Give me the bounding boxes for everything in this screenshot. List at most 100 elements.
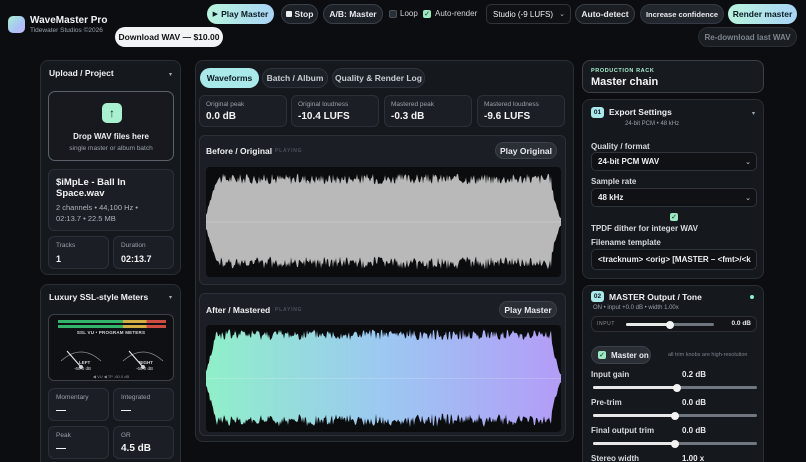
file-meta-line2: 02:13.7 • 22.5 MB [56,214,116,223]
peak-stat: Peak — [48,426,109,459]
play-master-button[interactable]: ▶ Play Master [207,4,274,24]
pre-trim-slider[interactable] [593,411,757,420]
stat-label: Mastered peak [391,101,434,108]
control-value: 0.2 dB [682,370,707,379]
master-output-panel: 02 MASTER Output / Tone ON • input +0.0 … [582,285,764,462]
before-title: Before / Original [206,146,273,156]
momentary-label: Momentary [56,394,89,401]
loop-checkbox[interactable] [389,10,397,18]
control-label: Pre-trim [591,398,622,407]
increase-confidence-button[interactable]: Increase confidence [640,4,724,24]
duration-label: Duration [121,242,146,249]
master-on-toggle[interactable]: ✓ Master on [591,346,651,364]
stop-label: Stop [294,9,314,19]
quality-select[interactable]: 24-bit PCM WAV ⌄ [591,152,757,171]
stat-original-loudness: Original loudness -10.4 LUFS [291,95,379,127]
autorender-checkbox[interactable]: ✓ [423,10,431,18]
tab-quality-render-log[interactable]: Quality & Render Log [332,68,425,88]
stat-value: -9.6 LUFS [484,111,531,122]
gr-value: 4.5 dB [121,443,152,454]
led-bar-left [58,320,166,323]
play-master-wave-button[interactable]: Play Master [499,301,557,318]
stop-button[interactable]: Stop [281,4,318,24]
control-value: 0.0 dB [682,398,707,407]
input-gain-slider[interactable] [593,383,757,392]
momentary-stat: Momentary — [48,388,109,421]
filename-input[interactable]: <tracknum> <orig> [MASTER – <fmt>/<k [591,249,757,270]
input-slider[interactable] [626,320,714,329]
tracks-stat: Tracks 1 [48,236,109,269]
control-label: Stereo width [591,454,640,462]
momentary-value: — [56,405,66,416]
left-meter-label: LEFT [79,360,91,365]
rack-header: PRODUCTION RACK Master chain [582,60,764,93]
chevron-down-icon: ⌄ [559,11,565,18]
master-sub: ON • input +0.0 dB • width 1.00x [593,305,679,311]
drop-subtitle: single master or album batch [69,145,153,152]
upload-panel: Upload / Project ▾ ↑ Drop WAV files here… [40,60,181,275]
export-settings-panel: 01 Export Settings ▾ 24-bit PCM • 48 kHz… [582,99,764,279]
before-status: PLAYING [275,148,303,154]
ab-toggle-button[interactable]: A/B: Master [323,4,383,24]
stat-label: Mastered loudness [484,101,539,108]
stat-value: -10.4 LUFS [298,111,350,122]
app-name: WaveMaster Pro [30,15,108,26]
stat-label: Original loudness [298,101,349,108]
right-meter-value: -60.0 dB [136,366,154,371]
chevron-down-icon[interactable]: ▾ [169,71,172,78]
tab-batch-album[interactable]: Batch / Album [262,68,328,88]
duration-stat: Duration 02:13.7 [113,236,174,269]
stat-label: Original peak [206,101,245,108]
drop-zone[interactable]: ↑ Drop WAV files here single master or a… [48,91,174,161]
play-master-label: Play Master [221,9,269,19]
rack-kicker: PRODUCTION RACK [591,68,655,74]
file-card[interactable]: $iMpLe - Ball In Space.wav 2 channels • … [48,169,174,231]
export-title: Export Settings [609,107,672,117]
download-wav-button[interactable]: Download WAV — $10.00 [115,27,223,47]
master-on-checkbox: ✓ [598,351,606,359]
rate-label: Sample rate [591,177,637,186]
filename-label: Filename template [591,238,661,247]
autorender-label: Auto-render [435,9,478,18]
file-meta-line1: 2 channels • 44,100 Hz • [56,203,138,212]
play-original-button[interactable]: Play Original [495,142,557,159]
before-waveform [206,167,561,277]
master-num-badge: 02 [591,291,604,302]
integrated-label: Integrated [121,394,151,401]
control-label: Final output trim [591,426,655,435]
loudness-preset-select[interactable]: Studio (-9 LUFS) ⌄ [486,4,571,24]
control-value: 1.00 x [682,454,705,462]
rate-select[interactable]: 48 kHz ⌄ [591,188,757,207]
final-output-trim-slider[interactable] [593,439,757,448]
chevron-down-icon: ⌄ [745,194,751,202]
dither-checkbox[interactable]: ✓ [670,213,678,221]
peak-value: — [56,443,66,454]
control-value: 0.0 dB [682,426,707,435]
right-meter-label: RIGHT [139,360,153,365]
filename-value: <tracknum> <orig> [MASTER – <fmt>/<k [598,255,751,264]
tab-waveforms[interactable]: Waveforms [200,68,259,88]
app-logo-icon [8,16,25,33]
vu-meter: SSL VU • PROGRAM METERS LEFT -60.0 dB RI… [48,314,174,381]
auto-detect-button[interactable]: Auto-detect [575,4,635,24]
preset-value: Studio (-9 LUFS) [493,9,554,19]
master-title: MASTER Output / Tone [609,292,702,302]
file-name: $iMpLe - Ball In Space.wav [56,177,126,199]
stop-icon [285,11,292,17]
drop-title: Drop WAV files here [73,132,149,141]
gr-stat: GR 4.5 dB [113,426,174,459]
stat-value: -0.3 dB [391,111,425,122]
chevron-down-icon[interactable]: ▾ [169,294,172,301]
rack-title: Master chain [591,76,659,88]
input-value: 0.0 dB [731,320,751,327]
gr-label: GR [121,432,131,439]
tracks-label: Tracks [56,242,76,249]
vu-scale-text: ◀ VU ◀ TP -60.0 dB [92,374,130,379]
rate-value: 48 kHz [598,193,624,202]
render-master-button[interactable]: Render master [728,4,797,24]
redownload-button[interactable]: Re-download last WAV [698,27,797,47]
stat-value: 0.0 dB [206,111,237,122]
after-waveform [206,325,561,432]
chevron-down-icon[interactable]: ▾ [752,110,755,117]
after-status: PLAYING [275,307,303,313]
